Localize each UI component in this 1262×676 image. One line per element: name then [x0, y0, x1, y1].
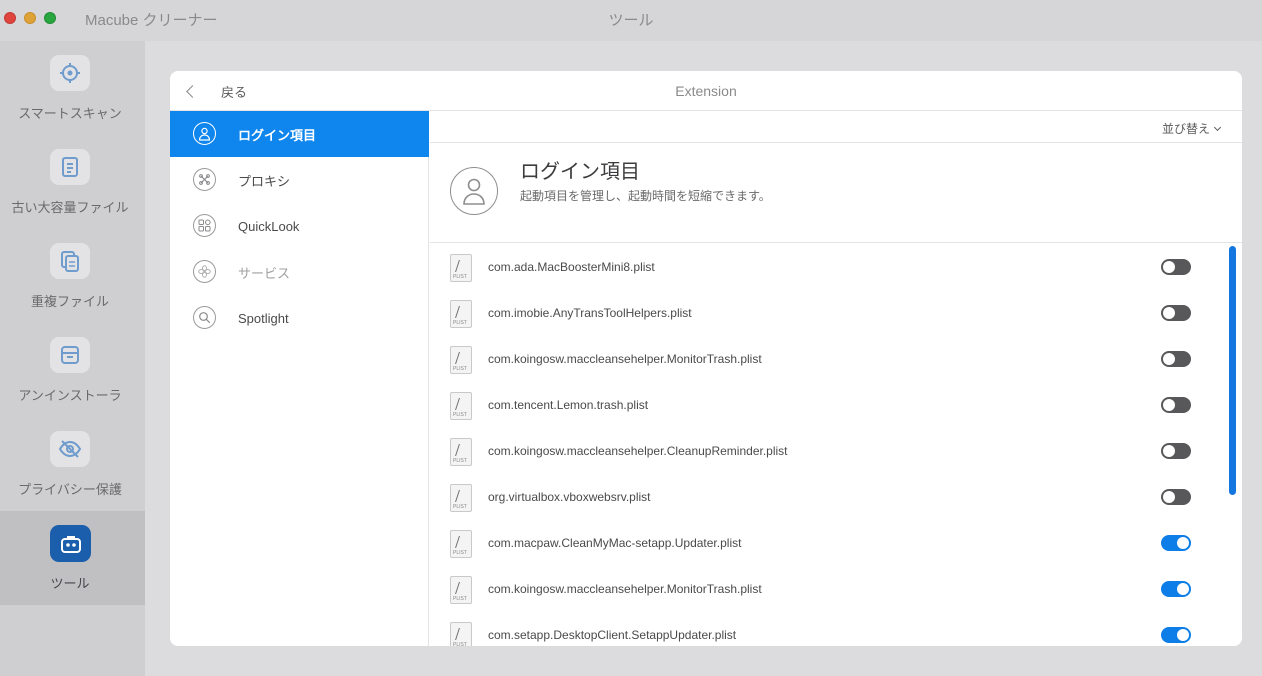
plist-file-icon: [450, 622, 472, 646]
archive-icon: [50, 337, 90, 373]
sort-button[interactable]: 並び替え: [1161, 120, 1222, 137]
detail-panel: 並び替え ログイン項目 起動項目を管理し、起動時間を短縮できます。 com.ad…: [430, 111, 1242, 646]
section-header: ログイン項目 起動項目を管理し、起動時間を短縮できます。: [430, 144, 1242, 243]
sidebar-item-label: スマートスキャン: [18, 106, 122, 121]
category-services[interactable]: サービス: [170, 249, 429, 295]
item-name: com.koingosw.maccleansehelper.CleanupRem…: [488, 444, 788, 458]
item-name: com.setapp.DesktopClient.SetappUpdater.p…: [488, 628, 737, 642]
category-label: サービス: [238, 265, 291, 281]
item-name: com.imobie.AnyTransToolHelpers.plist: [488, 306, 692, 320]
item-toggle[interactable]: [1161, 627, 1191, 643]
scrollbar-thumb[interactable]: [1229, 246, 1236, 495]
grid-icon: [193, 214, 216, 237]
sidebar-item-duplicates[interactable]: 重複ファイル: [0, 229, 145, 323]
login-items-list: com.ada.MacBoosterMini8.plist com.imobie…: [430, 244, 1242, 646]
category-quicklook[interactable]: QuickLook: [170, 203, 429, 249]
plist-file-icon: [450, 438, 472, 466]
item-toggle[interactable]: [1161, 397, 1191, 413]
list-item: com.koingosw.maccleansehelper.CleanupRem…: [430, 428, 1220, 474]
plist-file-icon: [450, 254, 472, 282]
user-icon: [450, 167, 498, 215]
sidebar-item-tools[interactable]: ツール: [0, 511, 145, 605]
eye-slash-icon: [50, 431, 90, 467]
sort-label: 並び替え: [1161, 122, 1210, 136]
dialog-header: 戻る Extension: [170, 71, 1242, 111]
plist-file-icon: [450, 346, 472, 374]
item-toggle[interactable]: [1161, 305, 1191, 321]
window-title: ツール: [608, 12, 654, 29]
extension-dialog: 戻る Extension ログイン項目 プロキシ QuickLook サービス …: [170, 71, 1242, 646]
document-icon: [50, 149, 90, 185]
item-name: com.tencent.Lemon.trash.plist: [488, 398, 649, 412]
magnifier-icon: [193, 306, 216, 329]
sidebar-item-large-files[interactable]: 古い大容量ファイル: [0, 135, 145, 229]
item-toggle[interactable]: [1161, 443, 1191, 459]
list-item: com.tencent.Lemon.trash.plist: [430, 382, 1220, 428]
item-toggle[interactable]: [1161, 535, 1191, 551]
item-name: com.macpaw.CleanMyMac-setapp.Updater.pli…: [488, 536, 742, 550]
list-item: com.imobie.AnyTransToolHelpers.plist: [430, 290, 1220, 336]
category-spotlight[interactable]: Spotlight: [170, 295, 429, 341]
category-label: QuickLook: [238, 218, 300, 234]
sidebar-item-label: 古い大容量ファイル: [11, 200, 129, 215]
item-toggle[interactable]: [1161, 581, 1191, 597]
list-item: org.virtualbox.vboxwebsrv.plist: [430, 474, 1220, 520]
item-toggle[interactable]: [1161, 351, 1191, 367]
dialog-title: Extension: [675, 83, 737, 99]
sidebar-item-label: 重複ファイル: [30, 294, 109, 309]
list-item: com.macpaw.CleanMyMac-setapp.Updater.pli…: [430, 520, 1220, 566]
plist-file-icon: [450, 392, 472, 420]
sort-bar: 並び替え: [430, 111, 1242, 143]
category-proxy[interactable]: プロキシ: [170, 157, 429, 203]
duplicate-icon: [50, 243, 90, 279]
item-name: com.koingosw.maccleansehelper.MonitorTra…: [488, 582, 762, 596]
sidebar-item-label: ツール: [50, 576, 90, 591]
sidebar-item-label: アンインストーラ: [18, 388, 122, 403]
fan-icon: [193, 260, 216, 283]
item-toggle[interactable]: [1161, 259, 1191, 275]
item-toggle[interactable]: [1161, 489, 1191, 505]
section-description: 起動項目を管理し、起動時間を短縮できます。: [520, 189, 771, 203]
item-name: com.ada.MacBoosterMini8.plist: [488, 260, 655, 274]
item-name: org.virtualbox.vboxwebsrv.plist: [488, 490, 651, 504]
section-title: ログイン項目: [520, 161, 640, 183]
sidebar-item-label: プライバシー保護: [18, 482, 122, 497]
user-icon: [193, 122, 216, 145]
plist-file-icon: [450, 300, 472, 328]
target-icon: [50, 55, 90, 91]
scrollbar[interactable]: [1226, 246, 1238, 646]
toolbox-icon: [50, 525, 91, 562]
list-item: com.koingosw.maccleansehelper.MonitorTra…: [430, 566, 1220, 612]
plist-file-icon: [450, 576, 472, 604]
sidebar-item-uninstaller[interactable]: アンインストーラ: [0, 323, 145, 417]
category-list: ログイン項目 プロキシ QuickLook サービス Spotlight: [170, 111, 429, 646]
sidebar-item-privacy[interactable]: プライバシー保護: [0, 417, 145, 511]
list-item: com.setapp.DesktopClient.SetappUpdater.p…: [430, 612, 1220, 646]
sidebar: スマートスキャン 古い大容量ファイル 重複ファイル アンインストーラ プライバシ…: [0, 41, 145, 676]
category-login-items[interactable]: ログイン項目: [170, 111, 429, 157]
category-label: ログイン項目: [238, 127, 317, 143]
chevron-down-icon: [1213, 123, 1222, 131]
cross-icon: [193, 168, 216, 191]
category-label: Spotlight: [238, 310, 289, 326]
category-label: プロキシ: [238, 173, 291, 189]
title-bar: Macube クリーナー ツール: [0, 0, 1262, 41]
sidebar-item-smart-scan[interactable]: スマートスキャン: [0, 41, 145, 135]
plist-file-icon: [450, 530, 472, 558]
plist-file-icon: [450, 484, 472, 512]
item-name: com.koingosw.maccleansehelper.MonitorTra…: [488, 352, 762, 366]
list-item: com.koingosw.maccleansehelper.MonitorTra…: [430, 336, 1220, 382]
list-item: com.ada.MacBoosterMini8.plist: [430, 244, 1220, 290]
